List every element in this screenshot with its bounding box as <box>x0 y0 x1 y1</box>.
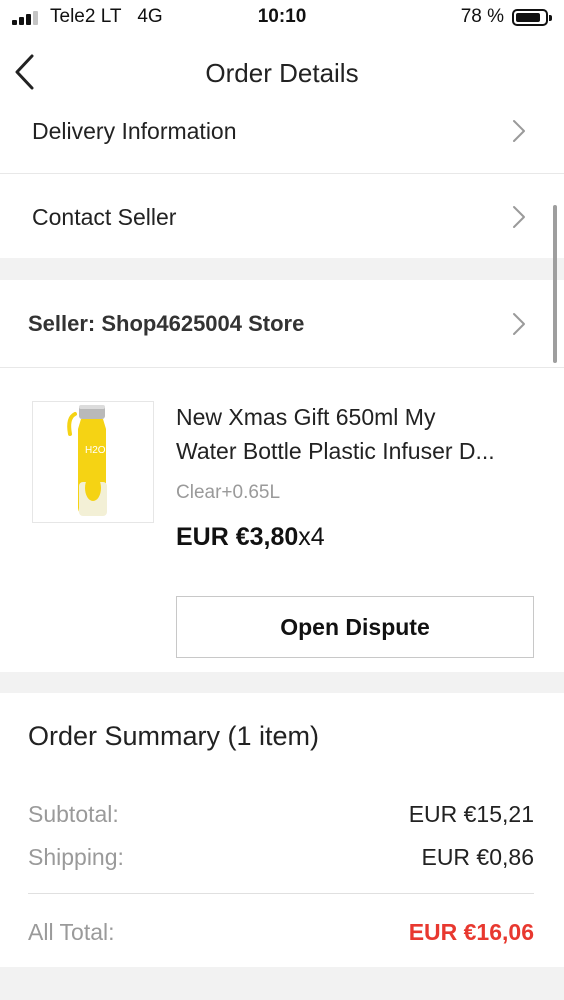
order-summary-title: Order Summary (1 item) <box>28 721 320 751</box>
water-bottle-image: H2O <box>67 405 107 516</box>
unit-price: EUR €3,80 <box>176 523 299 551</box>
product-variant: Clear+0.65L <box>176 482 281 503</box>
page-title: Order Details <box>205 58 359 88</box>
nav-bar: Order Details <box>0 38 564 110</box>
subtotal-value: EUR €15,21 <box>408 801 534 827</box>
status-bar: Tele2 LT 4G 10:10 78 % <box>0 0 564 38</box>
summary-divider <box>28 893 534 894</box>
product-title-line: Water Bottle Plastic Infuser D... <box>176 438 495 464</box>
product-thumbnail[interactable]: H2O <box>32 401 154 523</box>
quantity: x4 <box>298 523 325 551</box>
product-price: EUR €3,80x4 <box>176 523 325 552</box>
order-summary: Order Summary (1 item) Subtotal: EUR €15… <box>0 693 564 967</box>
delivery-information-row[interactable]: Delivery Information <box>0 110 564 173</box>
bottle-logo-text: H2O <box>85 445 106 456</box>
contact-seller-row[interactable]: Contact Seller <box>0 174 564 258</box>
total-label: All Total: <box>28 919 115 945</box>
product-title-line: New Xmas Gift 650ml My <box>176 404 436 430</box>
seller-store-label: Seller: Shop4625004 Store <box>28 311 305 336</box>
contact-seller-label: Contact Seller <box>32 204 177 230</box>
subtotal-label: Subtotal: <box>28 801 119 827</box>
chevron-right-icon <box>513 313 525 335</box>
chevron-right-icon <box>513 206 525 228</box>
open-dispute-button[interactable]: Open Dispute <box>176 596 534 658</box>
shipping-value: EUR €0,86 <box>421 844 534 870</box>
product-card: H2O New Xmas Gift 650ml My Water Bottle … <box>0 368 564 672</box>
scrollbar[interactable] <box>553 205 557 363</box>
total-value: EUR €16,06 <box>408 919 534 945</box>
delivery-information-label: Delivery Information <box>32 118 237 144</box>
product-title[interactable]: New Xmas Gift 650ml My Water Bottle Plas… <box>176 400 536 468</box>
seller-store-row[interactable]: Seller: Shop4625004 Store <box>0 280 564 367</box>
shipping-label: Shipping: <box>28 844 124 870</box>
chevron-right-icon <box>513 120 525 142</box>
battery-icon <box>512 9 552 26</box>
battery-percent: 78 % <box>460 6 504 27</box>
